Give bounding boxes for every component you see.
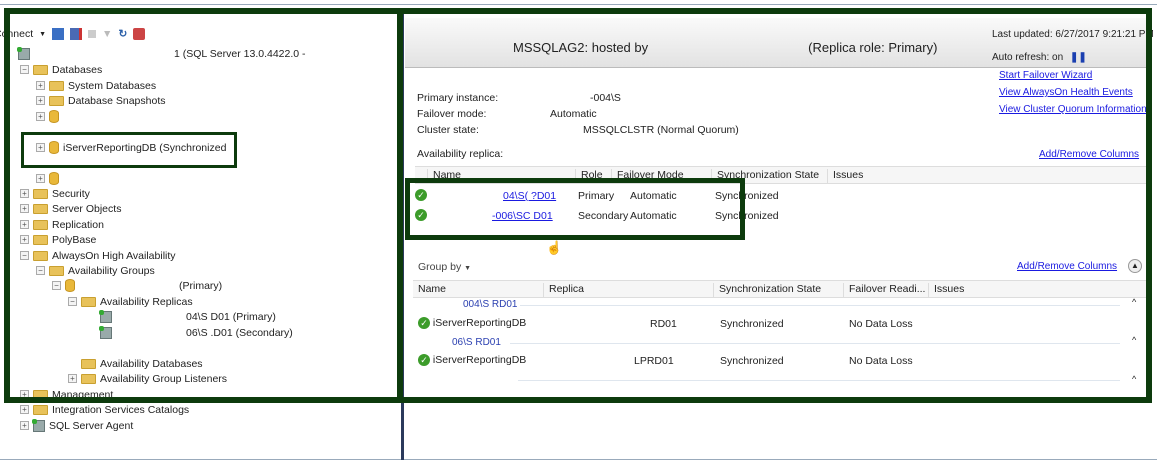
tree-sql-agent[interactable]: + SQL Server Agent: [20, 418, 133, 433]
annotation-replica-highlight: [405, 178, 745, 240]
tree-label: SQL Server Agent: [49, 419, 134, 432]
tree-integration-services[interactable]: + Integration Services Catalogs: [20, 402, 189, 417]
window-top-border: [0, 4, 1157, 5]
folder-icon: [33, 404, 48, 415]
expand-icon[interactable]: +: [20, 421, 29, 430]
expand-icon[interactable]: +: [20, 405, 29, 414]
window-bottom-border: [0, 459, 1157, 460]
annotation-database-highlight: [21, 132, 237, 168]
sql-agent-icon: [32, 418, 45, 432]
annotation-divider: [397, 8, 403, 403]
tree-label: Integration Services Catalogs: [52, 403, 190, 416]
